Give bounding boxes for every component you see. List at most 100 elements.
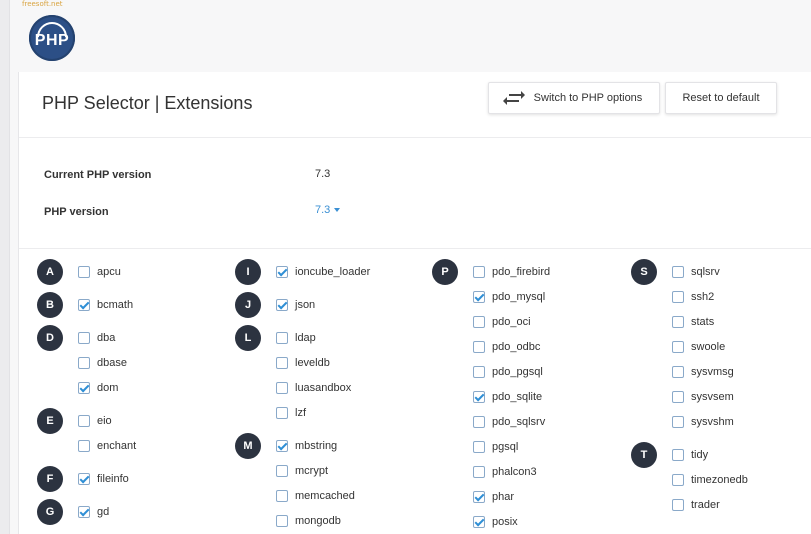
extension-pgsql[interactable]: pgsql <box>473 439 518 455</box>
extension-apcu[interactable]: apcu <box>78 264 121 280</box>
top-bar: freesoft.net <box>10 0 811 72</box>
extension-checkbox[interactable] <box>473 391 485 403</box>
extension-leveldb[interactable]: leveldb <box>276 355 330 371</box>
extension-label: fileinfo <box>97 473 129 485</box>
extension-posix[interactable]: posix <box>473 514 518 530</box>
extension-dom[interactable]: dom <box>78 380 118 396</box>
extension-checkbox[interactable] <box>672 366 684 378</box>
extension-pdo-pgsql[interactable]: pdo_pgsql <box>473 364 543 380</box>
extensions-list: Aapcu Bbcmath Ddba dbase dom Eeio enchant Ffile… <box>19 250 811 534</box>
extension-checkbox[interactable] <box>672 416 684 428</box>
extension-ssh2[interactable]: ssh2 <box>672 289 714 305</box>
extension-checkbox[interactable] <box>473 291 485 303</box>
extension-timezonedb[interactable]: timezonedb <box>672 472 748 488</box>
php-version-selected: 7.3 <box>315 204 331 216</box>
extension-enchant[interactable]: enchant <box>78 438 136 454</box>
extension-pdo-firebird[interactable]: pdo_firebird <box>473 264 550 280</box>
extension-checkbox[interactable] <box>78 506 90 518</box>
extension-checkbox[interactable] <box>473 416 485 428</box>
extension-checkbox[interactable] <box>78 440 90 452</box>
extension-sqlsrv[interactable]: sqlsrv <box>672 264 720 280</box>
extensions-panel: PHP Selector | Extensions Switch to PHP … <box>18 72 811 534</box>
php-logo[interactable]: PHP <box>29 15 75 61</box>
extension-checkbox[interactable] <box>473 441 485 453</box>
extension-fileinfo[interactable]: fileinfo <box>78 471 129 487</box>
extension-checkbox[interactable] <box>276 332 288 344</box>
extension-checkbox[interactable] <box>672 474 684 486</box>
extension-checkbox[interactable] <box>276 490 288 502</box>
extension-checkbox[interactable] <box>276 299 288 311</box>
extension-pdo-sqlsrv[interactable]: pdo_sqlsrv <box>473 414 545 430</box>
letter-badge-b: B <box>37 292 63 318</box>
extension-checkbox[interactable] <box>78 299 90 311</box>
swap-arrows-icon <box>502 91 525 105</box>
extension-label: dom <box>97 382 119 394</box>
extension-checkbox[interactable] <box>672 266 684 278</box>
extension-checkbox[interactable] <box>672 316 684 328</box>
extension-checkbox[interactable] <box>276 357 288 369</box>
extension-checkbox[interactable] <box>672 291 684 303</box>
extension-checkbox[interactable] <box>276 465 288 477</box>
switch-to-php-options-button[interactable]: Switch to PHP options <box>488 82 660 114</box>
extension-phalcon3[interactable]: phalcon3 <box>473 464 537 480</box>
extension-ioncube-loader[interactable]: ioncube_loader <box>276 264 370 280</box>
extension-pdo-oci[interactable]: pdo_oci <box>473 314 531 330</box>
extension-checkbox[interactable] <box>276 266 288 278</box>
extension-bcmath[interactable]: bcmath <box>78 297 133 313</box>
extension-checkbox[interactable] <box>276 515 288 527</box>
extension-checkbox[interactable] <box>672 391 684 403</box>
extension-checkbox[interactable] <box>473 516 485 528</box>
extension-mcrypt[interactable]: mcrypt <box>276 463 328 479</box>
extension-label: timezonedb <box>691 474 748 486</box>
extension-memcached[interactable]: memcached <box>276 488 355 504</box>
extension-checkbox[interactable] <box>78 415 90 427</box>
letter-badge-p: P <box>432 259 458 285</box>
extension-luasandbox[interactable]: luasandbox <box>276 380 351 396</box>
extension-checkbox[interactable] <box>473 341 485 353</box>
extension-label: sysvshm <box>691 416 734 428</box>
extension-checkbox[interactable] <box>473 466 485 478</box>
extension-label: ssh2 <box>691 291 715 303</box>
extension-checkbox[interactable] <box>672 449 684 461</box>
extension-checkbox[interactable] <box>276 382 288 394</box>
extension-checkbox[interactable] <box>473 316 485 328</box>
extension-checkbox[interactable] <box>78 266 90 278</box>
extension-mongodb[interactable]: mongodb <box>276 513 341 529</box>
reset-to-default-button[interactable]: Reset to default <box>665 82 777 114</box>
extension-dba[interactable]: dba <box>78 330 115 346</box>
extension-label: ldap <box>295 332 316 344</box>
extension-checkbox[interactable] <box>473 491 485 503</box>
extension-stats[interactable]: stats <box>672 314 714 330</box>
extension-pdo-odbc[interactable]: pdo_odbc <box>473 339 540 355</box>
extension-pdo-sqlite[interactable]: pdo_sqlite <box>473 389 542 405</box>
extension-sysvsem[interactable]: sysvsem <box>672 389 734 405</box>
extension-checkbox[interactable] <box>78 382 90 394</box>
extension-pdo-mysql[interactable]: pdo_mysql <box>473 289 545 305</box>
extension-checkbox[interactable] <box>276 407 288 419</box>
extension-checkbox[interactable] <box>473 266 485 278</box>
extension-checkbox[interactable] <box>78 473 90 485</box>
extension-checkbox[interactable] <box>672 341 684 353</box>
php-version-dropdown[interactable]: 7.3 <box>315 204 341 216</box>
extension-swoole[interactable]: swoole <box>672 339 725 355</box>
extension-checkbox[interactable] <box>473 366 485 378</box>
extension-sysvshm[interactable]: sysvshm <box>672 414 734 430</box>
extension-dbase[interactable]: dbase <box>78 355 127 371</box>
letter-badge-g: G <box>37 499 63 525</box>
extension-checkbox[interactable] <box>276 440 288 452</box>
extension-label: stats <box>691 316 715 328</box>
extension-trader[interactable]: trader <box>672 497 720 513</box>
extension-json[interactable]: json <box>276 297 315 313</box>
extension-gd[interactable]: gd <box>78 504 109 520</box>
extension-checkbox[interactable] <box>672 499 684 511</box>
extension-phar[interactable]: phar <box>473 489 514 505</box>
extension-mbstring[interactable]: mbstring <box>276 438 337 454</box>
extension-lzf[interactable]: lzf <box>276 405 306 421</box>
extension-checkbox[interactable] <box>78 332 90 344</box>
extension-checkbox[interactable] <box>78 357 90 369</box>
extension-sysvmsg[interactable]: sysvmsg <box>672 364 734 380</box>
extension-tidy[interactable]: tidy <box>672 447 708 463</box>
extension-ldap[interactable]: ldap <box>276 330 316 346</box>
extension-eio[interactable]: eio <box>78 413 112 429</box>
extension-label: sysvmsg <box>691 366 734 378</box>
